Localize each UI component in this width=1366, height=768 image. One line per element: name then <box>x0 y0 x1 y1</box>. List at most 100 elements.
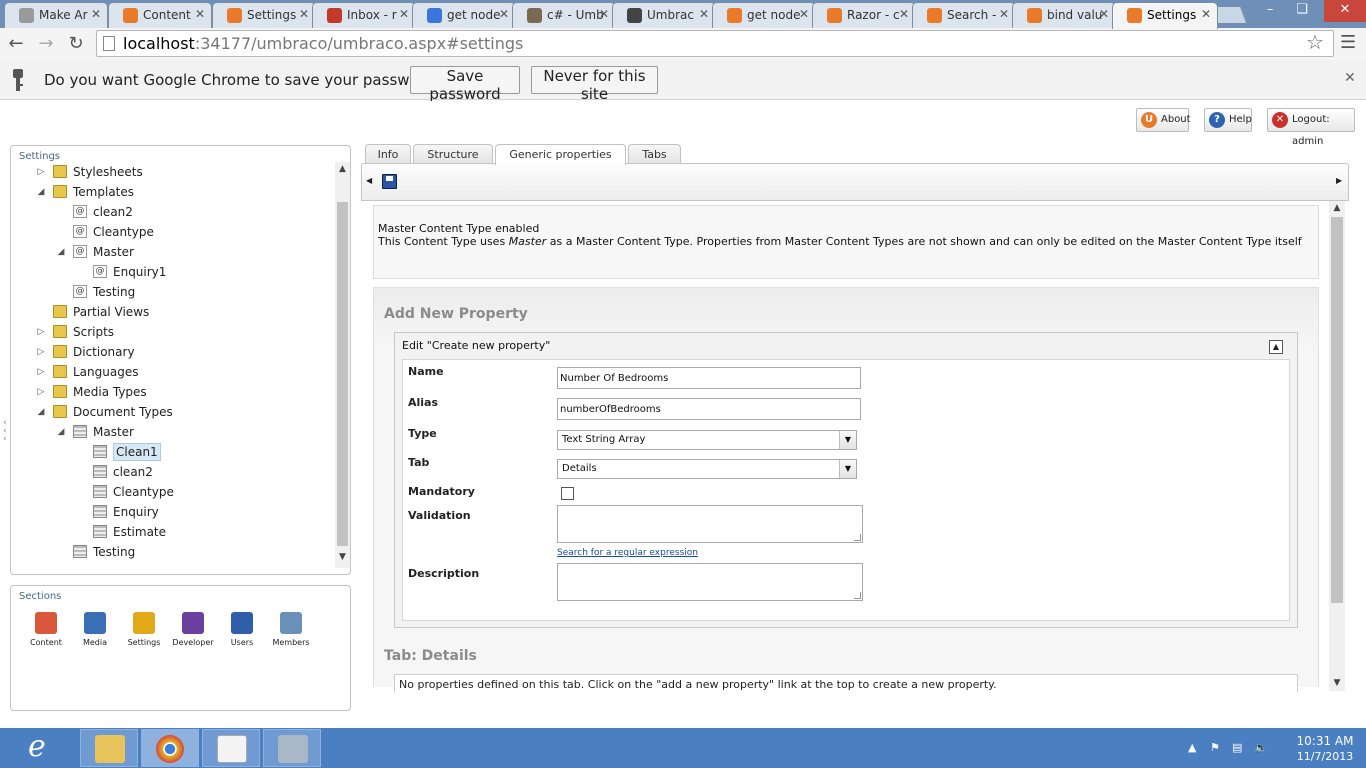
content-scrollbar[interactable]: ▲ ▼ <box>1329 201 1345 691</box>
browser-tab[interactable]: Make Ar ✕ <box>4 2 108 28</box>
mandatory-checkbox[interactable] <box>561 487 574 500</box>
restore-window-button[interactable]: ❏ <box>1288 0 1316 22</box>
back-arrow-icon[interactable]: ← <box>4 32 28 56</box>
browser-tab[interactable]: Settings ✕ <box>212 2 316 28</box>
collapse-arrow-icon[interactable]: ◢ <box>35 182 47 202</box>
reload-icon[interactable]: ↻ <box>64 32 88 56</box>
collapse-arrow-icon[interactable]: ◢ <box>35 402 47 422</box>
close-tab-icon[interactable]: ✕ <box>599 7 609 21</box>
scroll-up-arrow-icon[interactable]: ▲ <box>1329 201 1345 215</box>
section-label: Developer <box>172 638 214 647</box>
tree-scrollbar[interactable]: ▲ ▼ <box>335 162 350 568</box>
close-tab-icon[interactable]: ✕ <box>91 7 101 21</box>
action-center-flag-icon[interactable]: ⚑ <box>1210 741 1220 754</box>
browser-tab[interactable]: get node ✕ <box>412 2 516 28</box>
collapse-edit-box-button[interactable]: ▲ <box>1269 340 1283 354</box>
expand-arrow-icon[interactable]: ▷ <box>35 162 47 182</box>
chrome-menu-icon[interactable]: ☰ <box>1340 32 1356 53</box>
close-infobar-icon[interactable]: ✕ <box>1344 70 1356 86</box>
tab-generic-properties[interactable]: Generic properties <box>495 144 626 165</box>
type-select[interactable]: Text String Array ▼ <box>557 430 857 450</box>
network-icon[interactable]: ▤ <box>1232 741 1242 754</box>
chrome-taskbar-button[interactable] <box>141 729 199 767</box>
address-bar[interactable]: localhost:34177/umbraco/umbraco.aspx#set… <box>96 30 1334 57</box>
expand-arrow-icon[interactable]: ▷ <box>35 322 47 342</box>
close-tab-icon[interactable]: ✕ <box>799 7 809 21</box>
expand-arrow-icon[interactable]: ▷ <box>35 342 47 362</box>
tab-title: Razor - c <box>847 8 900 22</box>
about-label: About <box>1161 114 1191 125</box>
toolbar-left-arrow-icon[interactable]: ◀ <box>366 176 372 185</box>
help-button[interactable]: ? Help <box>1204 108 1252 132</box>
tree-node-label: Estimate <box>113 525 167 539</box>
master-content-type-notice: Master Content Type enabled This Content… <box>373 205 1319 279</box>
close-window-button[interactable]: ✕ <box>1324 0 1366 22</box>
close-tab-icon[interactable]: ✕ <box>899 7 909 21</box>
close-tab-icon[interactable]: ✕ <box>1201 7 1211 21</box>
tab-select[interactable]: Details ▼ <box>557 459 857 479</box>
panel-collapse-handle[interactable]: ‹ ‹ ‹ <box>3 419 7 444</box>
collapse-arrow-icon[interactable]: ◢ <box>55 242 67 262</box>
logout-button[interactable]: ✕ Logout: admin <box>1267 108 1355 147</box>
alias-input[interactable] <box>557 398 861 420</box>
section-settings[interactable]: Settings <box>121 612 167 652</box>
expand-arrow-icon[interactable]: ▷ <box>35 382 47 402</box>
bookmark-star-icon[interactable]: ☆ <box>1306 30 1324 54</box>
never-for-this-site-button[interactable]: Never for this site <box>531 66 658 103</box>
browser-tab[interactable]: c# - Umb ✕ <box>512 2 616 28</box>
tab-structure[interactable]: Structure <box>413 144 493 164</box>
file-explorer-button[interactable] <box>80 729 138 767</box>
section-users[interactable]: Users <box>219 612 265 652</box>
close-tab-icon[interactable]: ✕ <box>299 7 309 21</box>
browser-tab[interactable]: Content ✕ <box>108 2 212 28</box>
description-textarea[interactable] <box>557 563 863 601</box>
browser-tab[interactable]: get node ✕ <box>712 2 816 28</box>
scroll-down-arrow-icon[interactable]: ▼ <box>335 550 350 564</box>
clock-date[interactable]: 11/7/2013 <box>1290 750 1360 763</box>
about-button[interactable]: U About <box>1136 108 1191 132</box>
chevron-down-icon[interactable]: ▼ <box>839 460 856 478</box>
close-tab-icon[interactable]: ✕ <box>499 7 509 21</box>
browser-tab[interactable]: Inbox - r ✕ <box>312 2 416 28</box>
visual-studio-button[interactable] <box>202 729 260 767</box>
browser-tab[interactable]: Settings ✕ <box>1112 2 1218 29</box>
collapse-arrow-icon[interactable]: ◢ <box>55 422 67 442</box>
close-tab-icon[interactable]: ✕ <box>999 7 1009 21</box>
page-icon <box>103 36 115 51</box>
tab-tabs[interactable]: Tabs <box>628 144 681 164</box>
expand-arrow-icon[interactable]: ▷ <box>35 362 47 382</box>
search-regex-link[interactable]: Search for a regular expression <box>557 548 698 558</box>
scroll-up-arrow-icon[interactable]: ▲ <box>335 162 350 176</box>
clock-time[interactable]: 10:31 AM <box>1290 734 1360 748</box>
browser-tab[interactable]: bind valu ✕ <box>1012 2 1116 28</box>
scroll-down-arrow-icon[interactable]: ▼ <box>1329 676 1345 690</box>
save-icon[interactable] <box>382 174 397 189</box>
section-members[interactable]: Members <box>268 612 314 652</box>
save-password-button[interactable]: Save password <box>410 66 520 103</box>
stack-app-button[interactable] <box>263 729 321 767</box>
minimize-window-button[interactable]: – <box>1256 0 1284 22</box>
section-media[interactable]: Media <box>72 612 118 652</box>
close-tab-icon[interactable]: ✕ <box>699 7 709 21</box>
forward-arrow-icon[interactable]: → <box>34 32 58 56</box>
browser-tab[interactable]: Razor - c ✕ <box>812 2 916 28</box>
toolbar-right-arrow-icon[interactable]: ▶ <box>1336 176 1342 185</box>
generic-properties-content: Master Content Type enabled This Content… <box>363 201 1329 692</box>
section-content[interactable]: Content <box>23 612 69 652</box>
browser-tab[interactable]: Umbrac ✕ <box>612 2 716 28</box>
tab-info[interactable]: Info <box>365 144 411 164</box>
section-developer[interactable]: Developer <box>170 612 216 652</box>
chevron-down-icon[interactable]: ▼ <box>839 431 856 449</box>
browser-tab[interactable]: Search - ✕ <box>912 2 1016 28</box>
internet-explorer-icon[interactable]: e <box>28 732 64 764</box>
show-hidden-icons-icon[interactable]: ▲ <box>1188 741 1196 754</box>
tree-scrollbar-thumb[interactable] <box>337 202 348 546</box>
content-scrollbar-thumb[interactable] <box>1331 217 1343 603</box>
validation-textarea[interactable] <box>557 505 863 543</box>
name-input[interactable] <box>557 367 861 389</box>
close-tab-icon[interactable]: ✕ <box>399 7 409 21</box>
volume-icon[interactable]: 🔈 <box>1254 741 1268 754</box>
close-tab-icon[interactable]: ✕ <box>195 7 205 21</box>
close-tab-icon[interactable]: ✕ <box>1099 7 1109 21</box>
tree-node-label: Master <box>93 425 134 439</box>
